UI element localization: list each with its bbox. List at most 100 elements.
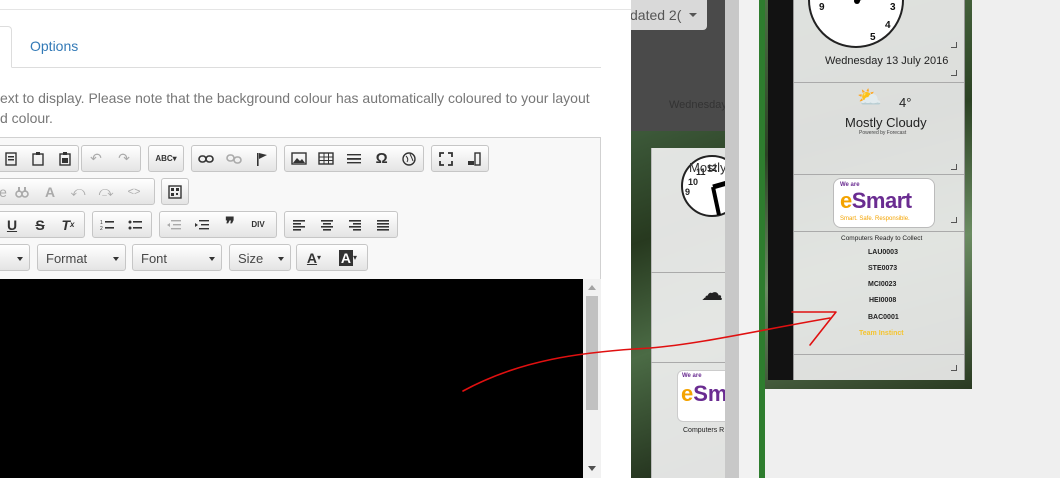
- tab-active-partial[interactable]: [0, 26, 12, 68]
- date-widget-text: Wednesday 13 July 2016: [825, 55, 949, 67]
- background-color-icon[interactable]: A ▾: [331, 245, 365, 270]
- background-layout-preview: dated 2( 12 11 10 9 Wednesday ☁ Mostly W…: [631, 0, 725, 478]
- chevron-down-icon: [113, 257, 119, 261]
- computer-list-item: STE0073: [868, 265, 898, 272]
- widget-divider: [794, 231, 964, 232]
- svg-text:2: 2: [100, 226, 103, 231]
- styles-dropdown[interactable]: [0, 244, 30, 271]
- scroll-up-arrow-icon[interactable]: [588, 285, 596, 290]
- align-center-icon[interactable]: [313, 212, 341, 237]
- resize-grip-icon[interactable]: [951, 164, 957, 170]
- align-left-icon[interactable]: [285, 212, 313, 237]
- scroll-thumb[interactable]: [586, 296, 598, 410]
- spellcheck-group: ABC▾: [148, 145, 184, 172]
- esmart-e: e: [840, 188, 852, 213]
- qr-group: [161, 178, 189, 205]
- resize-grip-icon[interactable]: [951, 42, 957, 48]
- computer-list-item: MCI0023: [868, 281, 897, 288]
- scroll-down-arrow-icon[interactable]: [588, 466, 596, 471]
- image-icon[interactable]: [285, 146, 313, 171]
- link-icon[interactable]: [192, 146, 220, 171]
- redo-icon[interactable]: ↷: [110, 146, 138, 171]
- align-group: [284, 211, 398, 238]
- show-blocks-icon[interactable]: [460, 146, 488, 171]
- paste-icon[interactable]: [25, 146, 52, 171]
- div-container-icon[interactable]: DIV: [244, 212, 272, 237]
- help-text-line1: ext to display. Please note that the bac…: [0, 90, 590, 106]
- widget-divider: [651, 362, 725, 363]
- maximize-icon[interactable]: [432, 146, 460, 171]
- clock-number: 5: [870, 32, 876, 43]
- iframe-globe-icon[interactable]: [395, 146, 423, 171]
- clock-number: 4: [885, 20, 891, 31]
- clock-number: 9: [685, 187, 690, 197]
- team-label: Team Instinct: [859, 330, 904, 337]
- anchor-flag-icon[interactable]: [248, 146, 276, 171]
- outdent-icon[interactable]: [160, 212, 188, 237]
- esmart-wordmark: eSmart: [681, 381, 725, 407]
- view-group: [431, 145, 489, 172]
- resize-grip-icon[interactable]: [951, 70, 957, 76]
- blockquote-icon[interactable]: ❞: [216, 212, 244, 237]
- strike-icon[interactable]: S: [26, 212, 54, 237]
- numbered-list-icon[interactable]: 12: [93, 212, 121, 237]
- caret-down-icon: [689, 13, 697, 17]
- clock-center: [854, 0, 860, 4]
- panel-gap: [739, 0, 759, 478]
- computers-ready-title: Computers Ready to Collect: [841, 235, 923, 242]
- esmart-e: e: [681, 381, 694, 406]
- dialog-top-border: [0, 9, 631, 10]
- last-updated-label: dated 2(: [631, 7, 682, 23]
- special-char-omega-icon[interactable]: Ω: [368, 146, 396, 171]
- qr-code-icon[interactable]: [162, 179, 188, 204]
- temperature-text: 4°: [899, 95, 912, 110]
- last-updated-dropdown[interactable]: dated 2(: [631, 0, 707, 30]
- clock-number: 9: [819, 2, 825, 13]
- align-justify-icon[interactable]: [369, 212, 397, 237]
- table-icon[interactable]: [313, 146, 341, 171]
- select-all-icon[interactable]: ⤺: [64, 179, 92, 204]
- undo-icon[interactable]: ↶: [82, 146, 110, 171]
- horizontal-rule-icon[interactable]: [340, 146, 368, 171]
- widget-divider: [794, 354, 964, 355]
- background-computers-title: Computers R: [683, 427, 725, 434]
- editor-scrollbar[interactable]: [583, 279, 601, 478]
- editor-content-area[interactable]: [0, 279, 583, 478]
- help-text-line2: d colour.: [0, 110, 53, 126]
- basic-styles-group: U S Tx: [0, 211, 85, 238]
- partly-cloudy-icon: ⛅: [857, 87, 882, 109]
- remove-format-tx-icon[interactable]: Tx: [54, 212, 82, 237]
- align-right-icon[interactable]: [341, 212, 369, 237]
- unlink-icon[interactable]: [220, 146, 248, 171]
- block-group: ❞ DIV: [159, 211, 277, 238]
- esmart-smart: Smart: [851, 188, 912, 213]
- widget-divider: [794, 174, 964, 175]
- underline-icon[interactable]: U: [0, 212, 26, 237]
- widget-divider: [794, 82, 964, 83]
- computer-list-item: LAU0003: [868, 249, 898, 256]
- bulleted-list-icon[interactable]: [121, 212, 149, 237]
- paste-word-icon[interactable]: [51, 146, 78, 171]
- esmart-smart: Smart: [693, 381, 725, 406]
- indent-icon[interactable]: [188, 212, 216, 237]
- partial-icon[interactable]: e: [0, 179, 8, 204]
- format-dropdown[interactable]: Format: [37, 244, 126, 271]
- resize-grip-icon[interactable]: [951, 217, 957, 223]
- find-binoculars-icon[interactable]: [8, 179, 36, 204]
- size-dropdown[interactable]: Size: [229, 244, 291, 271]
- link-group: [191, 145, 277, 172]
- text-color-icon[interactable]: A ▾: [297, 245, 331, 270]
- format-dropdown-label: Format: [46, 251, 88, 266]
- spellcheck-icon[interactable]: ABC▾: [149, 146, 183, 171]
- copy-icon[interactable]: [0, 146, 25, 171]
- cloud-icon: ☁: [701, 280, 723, 305]
- tab-options[interactable]: Options: [30, 38, 78, 54]
- weather-description: Mostly Cloudy: [845, 115, 927, 130]
- background-weather-text: Mostly: [689, 160, 725, 175]
- remove-format-icon[interactable]: ⤼: [92, 179, 120, 204]
- esmart-tagline: Smart. Safe. Responsible.: [840, 216, 910, 222]
- replace-icon[interactable]: A: [36, 179, 64, 204]
- font-dropdown[interactable]: Font: [132, 244, 222, 271]
- resize-grip-icon[interactable]: [951, 365, 957, 371]
- source-code-icon[interactable]: <>: [120, 179, 148, 204]
